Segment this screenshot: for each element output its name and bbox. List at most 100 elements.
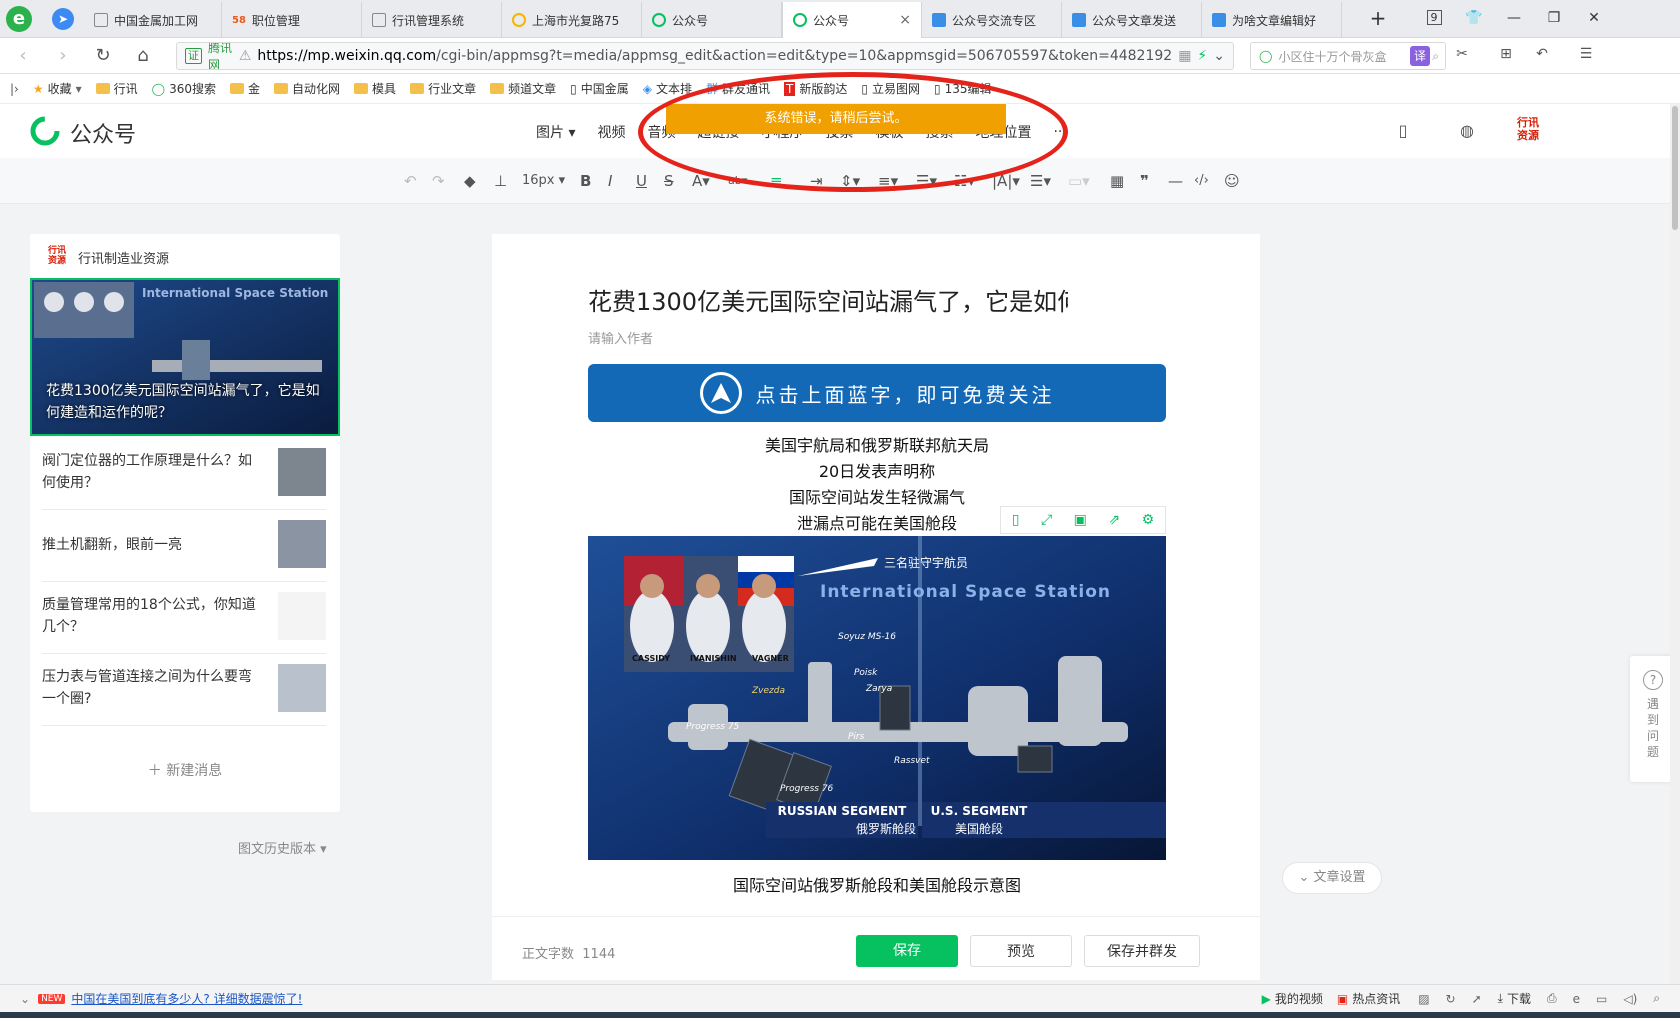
italic-icon[interactable]: I — [608, 171, 612, 191]
apps-grid-icon[interactable]: ⊞ — [1494, 46, 1518, 68]
emoji-icon[interactable]: ☺ — [1224, 171, 1240, 191]
paragraph[interactable]: 美国宇航局和俄罗斯联邦航天局 — [588, 432, 1166, 456]
undo-icon[interactable]: ↶ — [1530, 46, 1554, 68]
bookmark-item[interactable]: 模具 — [354, 80, 396, 97]
close-icon[interactable]: × — [899, 12, 911, 28]
insert-video-button[interactable]: 视频 — [597, 122, 625, 142]
fit-width-icon[interactable]: ▯ — [1012, 512, 1020, 528]
divider-icon[interactable]: ≡ — [770, 171, 783, 191]
scrollbar-track[interactable] — [1670, 104, 1680, 984]
preview-button[interactable]: 预览 — [970, 935, 1072, 967]
search-icon[interactable]: ⌕ — [1432, 49, 1439, 64]
qr-icon[interactable]: ▦ — [1178, 48, 1191, 64]
paragraph[interactable]: 20日发表声明称 — [588, 458, 1166, 482]
shield-icon[interactable]: ◍ — [1452, 116, 1482, 146]
sidebar-toggle-icon[interactable]: |› — [10, 82, 19, 96]
tab-count-button[interactable]: 9 — [1420, 6, 1448, 30]
list-item[interactable]: 质量管理常用的18个公式，你知道几个？ — [42, 582, 326, 654]
bookmark-item[interactable]: 行讯 — [95, 80, 138, 97]
clear-format-icon[interactable]: ⊥ — [494, 171, 507, 191]
tab-6-active[interactable]: 公众号 × — [782, 2, 922, 38]
bookmark-item[interactable]: ◯ 360搜索 — [152, 80, 216, 97]
history-version-button[interactable]: 图文历史版本 ▾ — [238, 838, 327, 857]
share-icon[interactable]: ⇗ — [1108, 512, 1120, 528]
bookmark-item[interactable]: ▯ 立易图网 — [861, 80, 920, 97]
tab-5[interactable]: 公众号 — [642, 2, 782, 38]
document-icon[interactable]: ▯ — [1388, 116, 1418, 146]
save-and-publish-button[interactable]: 保存并群发 — [1084, 935, 1200, 967]
tab-4[interactable]: 上海市光复路75 — [502, 2, 642, 38]
rocket-icon[interactable]: ➚ — [1472, 992, 1482, 1006]
article-settings-button[interactable]: ⌄ 文章设置 — [1282, 862, 1382, 894]
new-message-button[interactable]: ＋ 新建消息 — [30, 760, 340, 780]
bookmark-item[interactable]: 金 — [230, 80, 260, 97]
author-input[interactable]: 请输入作者 — [588, 328, 653, 347]
lightning-icon[interactable]: ⚡ — [1197, 48, 1207, 64]
tab-9[interactable]: 为啥文章编辑好 — [1202, 2, 1342, 38]
more-button[interactable]: ··· — [1053, 124, 1066, 140]
bookmark-item[interactable]: ▯ 135编辑 — [934, 80, 992, 97]
tab-3[interactable]: 行讯管理系统 — [362, 2, 502, 38]
background-color-icon[interactable]: ab▾ — [728, 171, 747, 191]
bookmark-item[interactable]: 自动化网 — [274, 80, 340, 97]
tab-8[interactable]: 公众号文章发送 — [1062, 2, 1202, 38]
code-icon[interactable]: ‹/› — [1194, 171, 1209, 191]
expand-icon[interactable]: ⤢ — [1041, 512, 1052, 528]
chevron-down-icon[interactable]: ⌄ — [20, 992, 30, 1006]
tab-7[interactable]: 公众号交流专区 — [922, 2, 1062, 38]
print-icon[interactable]: ⎙ — [1547, 991, 1557, 1006]
browser-logo-icon[interactable]: e — [6, 6, 32, 32]
back-icon[interactable]: ‹ — [10, 44, 36, 68]
menu-icon[interactable]: ☰ — [1574, 46, 1598, 68]
bookmark-item[interactable]: 频道文章 — [490, 80, 556, 97]
undo-icon[interactable]: ↶ — [404, 171, 417, 191]
bookmark-item[interactable]: ▯ 中国金属 — [570, 80, 629, 97]
chevron-down-icon[interactable]: ⌄ — [1213, 48, 1225, 64]
paragraph[interactable]: 国际空间站发生轻微漏气 — [588, 484, 1166, 508]
letter-spacing-icon[interactable]: |A|▾ — [992, 171, 1020, 191]
new-tab-button[interactable]: + — [1364, 6, 1392, 30]
redo-icon[interactable]: ↷ — [432, 171, 445, 191]
paragraph-spacing-icon[interactable]: ☷▾ — [954, 171, 975, 191]
underline-icon[interactable]: U — [636, 171, 647, 191]
my-video-button[interactable]: ▶ 我的视频 — [1262, 990, 1323, 1007]
insert-image-button[interactable]: 图片 ▾ — [536, 122, 575, 142]
table-icon[interactable]: ▦ — [1110, 171, 1124, 191]
bookmark-item[interactable]: T 新版韵达 — [784, 80, 847, 97]
line-height-icon[interactable]: ☰▾ — [916, 171, 937, 191]
bookmark-item[interactable]: ◈ 文本排 — [643, 80, 692, 97]
align-icon[interactable]: ≡▾ — [878, 171, 898, 191]
list-item[interactable]: 压力表与管道连接之间为什么要弯一个圈? — [42, 654, 326, 726]
title-input[interactable]: 花费1300亿美元国际空间站漏气了，它是如何 — [588, 282, 1068, 318]
font-color-icon[interactable]: A▾ — [692, 171, 710, 191]
bold-icon[interactable]: B — [580, 171, 591, 191]
window-icon[interactable]: ▭ — [1596, 992, 1607, 1006]
image-icon[interactable]: ▨ — [1418, 992, 1429, 1006]
list-item[interactable]: 推土机翻新，眼前一亮 — [42, 510, 326, 582]
spacing-icon[interactable]: ⇕▾ — [840, 171, 860, 191]
format-painter-icon[interactable]: ◆ — [464, 171, 476, 191]
save-button[interactable]: 保存 — [856, 935, 958, 967]
refresh-icon[interactable]: ↻ — [1446, 992, 1456, 1006]
url-input[interactable]: 证 腾讯网 ⚠ https://mp.weixin.qq.com/cgi-bin… — [176, 42, 1234, 70]
navigation-icon[interactable]: ➤ — [52, 8, 74, 30]
list-item[interactable]: 阀门定位器的工作原理是什么？如何使用？ — [42, 438, 326, 510]
brand-logo[interactable]: 行讯资源 — [1514, 116, 1542, 144]
float-icon[interactable]: ▭▾ — [1068, 171, 1090, 191]
strikethrough-icon[interactable]: S — [664, 171, 674, 191]
quote-icon[interactable]: ❞ — [1140, 171, 1149, 191]
close-window-icon[interactable]: ✕ — [1580, 6, 1608, 30]
bookmark-item[interactable]: 群群友通讯 — [706, 80, 770, 97]
follow-banner[interactable]: 点击上面蓝字，即可免费关注 — [588, 364, 1166, 422]
list-icon[interactable]: ☰▾ — [1030, 171, 1051, 191]
image-caption[interactable]: 国际空间站俄罗斯舱段和美国舱段示意图 — [588, 872, 1166, 896]
font-size-select[interactable]: 16px ▾ — [522, 171, 565, 191]
news-link[interactable]: 中国在美国到底有多少人? 详细数据震惊了! — [71, 990, 302, 1007]
zoom-icon[interactable]: ⌕ — [1653, 991, 1660, 1006]
bookmark-favorites[interactable]: ★ 收藏 ▾ — [33, 80, 82, 97]
download-button[interactable]: ⤓ 下载 — [1498, 990, 1531, 1007]
tab-1[interactable]: 中国金属加工网 — [84, 2, 222, 38]
refresh-icon[interactable]: ↻ — [90, 44, 116, 68]
scrollbar-thumb[interactable] — [1672, 106, 1678, 230]
forward-icon[interactable]: › — [50, 44, 76, 68]
